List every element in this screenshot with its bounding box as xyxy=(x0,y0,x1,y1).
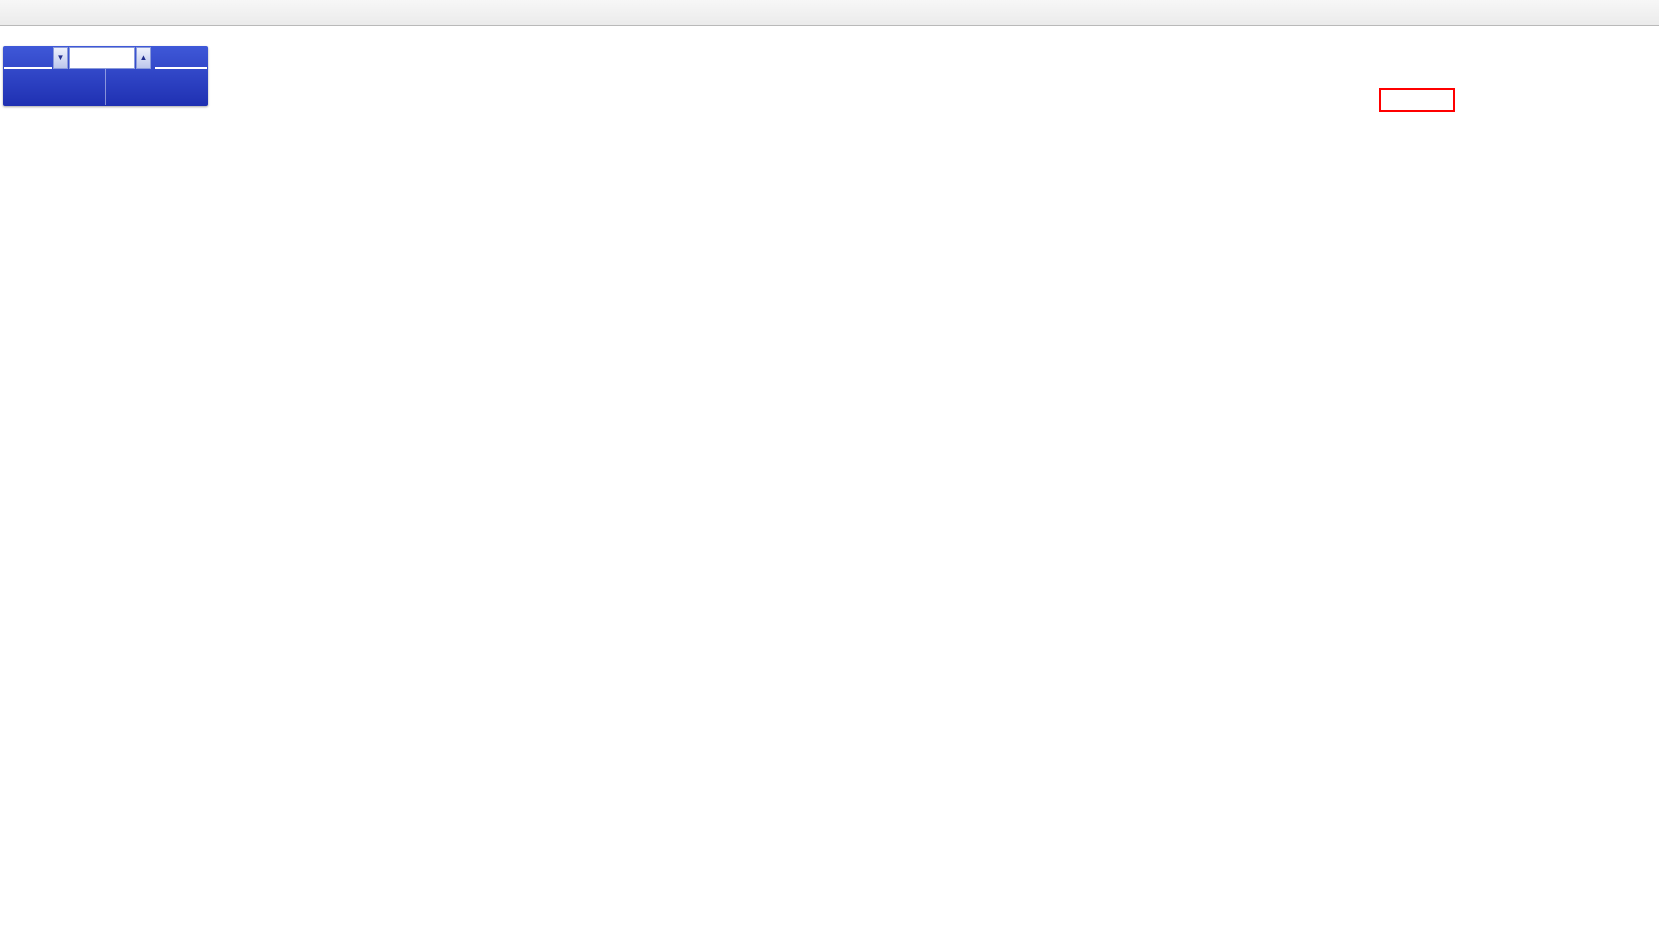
chart-canvas[interactable] xyxy=(0,0,1659,950)
volume-down-button[interactable]: ▼ xyxy=(53,47,68,69)
volume-up-button[interactable]: ▲ xyxy=(136,47,151,69)
sell-button[interactable] xyxy=(4,47,52,69)
toolbar xyxy=(0,0,1659,26)
volume-input[interactable] xyxy=(69,47,135,69)
buy-button[interactable] xyxy=(155,47,207,69)
rsi-label xyxy=(4,757,7,769)
sell-price[interactable] xyxy=(3,69,105,105)
mt4-window: { "toolbar": { "new_order_label": "新订单",… xyxy=(0,0,1659,950)
one-click-trade-panel: ▼ ▲ xyxy=(3,46,208,106)
macd-label xyxy=(4,594,10,606)
chart-header xyxy=(6,31,17,45)
buy-price[interactable] xyxy=(105,69,208,105)
price-callout[interactable] xyxy=(1379,88,1455,112)
